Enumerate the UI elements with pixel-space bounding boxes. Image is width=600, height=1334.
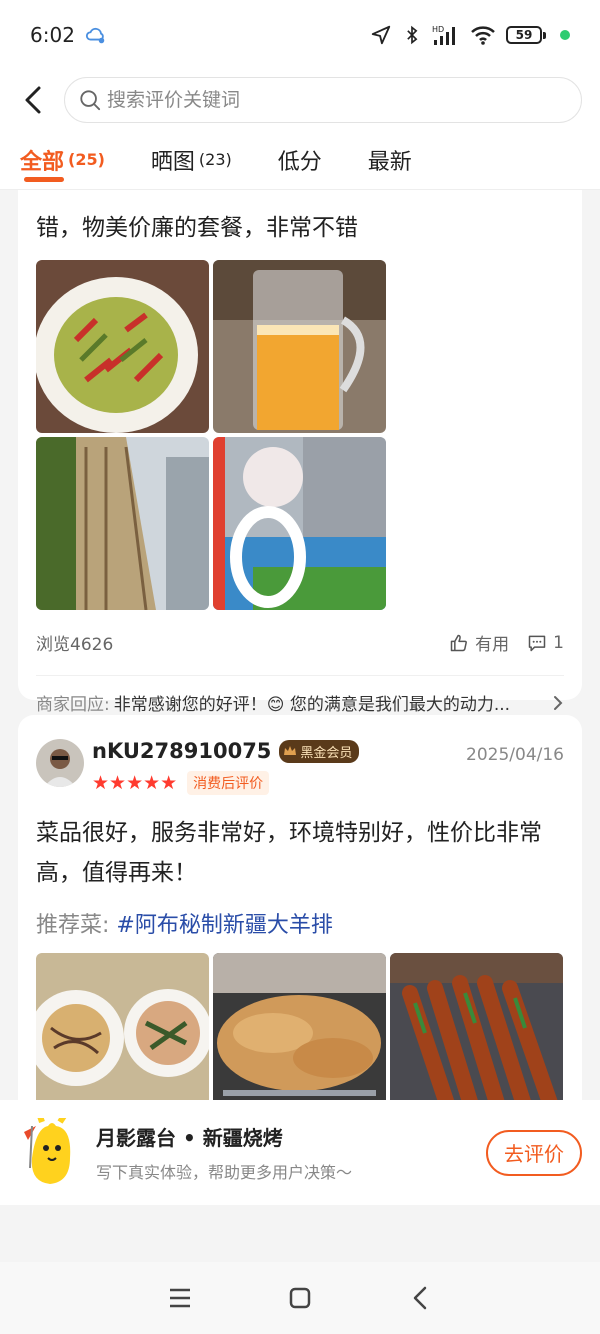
wifi-icon bbox=[471, 26, 495, 45]
tab-label: 最新 bbox=[367, 149, 412, 175]
privacy-dot bbox=[560, 30, 570, 40]
search-box[interactable] bbox=[64, 77, 582, 123]
review-meta: 浏览4626 有用 1 bbox=[18, 610, 582, 656]
kebab-photo-image bbox=[390, 953, 563, 1100]
system-back-button[interactable] bbox=[400, 1278, 440, 1318]
tab-latest[interactable]: 最新 bbox=[368, 130, 412, 190]
system-nav-bar bbox=[0, 1262, 600, 1334]
review-text: 错，物美价廉的套餐，非常不错 bbox=[36, 215, 358, 241]
reply-text: 非常感谢您的好评！😊 您的满意是我们最大的动力... bbox=[113, 695, 511, 715]
user-info: nKU278910075 黑金会员 ★★★★★ 消费后评价 bbox=[92, 739, 360, 795]
avatar[interactable] bbox=[36, 739, 84, 787]
active-tab-indicator bbox=[24, 176, 64, 182]
vip-badge: 黑金会员 bbox=[279, 739, 360, 763]
comment-count: 1 bbox=[553, 632, 564, 653]
tab-photos[interactable]: 晒图 (23) bbox=[151, 130, 232, 190]
location-icon bbox=[371, 25, 391, 45]
tab-label: 低分 bbox=[277, 149, 322, 175]
tab-all[interactable]: 全部 (25) bbox=[20, 130, 105, 190]
terrace-photo-image bbox=[213, 437, 386, 610]
after-consumption-badge: 消费后评价 bbox=[187, 771, 270, 795]
bluetooth-icon bbox=[407, 25, 418, 45]
chevron-right-icon bbox=[554, 695, 563, 710]
battery-indicator: 59 bbox=[506, 26, 546, 44]
back-triangle-icon bbox=[413, 1286, 427, 1310]
noodle-photo-image bbox=[36, 953, 209, 1100]
menu-button[interactable] bbox=[160, 1278, 200, 1318]
mascot-icon bbox=[24, 1117, 71, 1184]
beer-photo-image bbox=[213, 260, 386, 433]
recommend-dish-link[interactable]: #阿布秘制新疆大羊排 bbox=[116, 913, 332, 938]
svg-text:HD: HD bbox=[432, 25, 444, 34]
review-photo[interactable] bbox=[36, 260, 209, 433]
write-review-button[interactable]: 去评价 bbox=[486, 1129, 582, 1176]
spacer bbox=[0, 1205, 600, 1262]
review-actions: 有用 1 bbox=[449, 630, 564, 655]
comment-icon bbox=[528, 635, 546, 651]
tab-label: 全部 bbox=[20, 149, 65, 175]
battery-level: 59 bbox=[506, 26, 542, 44]
tab-count: (25) bbox=[68, 150, 105, 169]
tab-label: 晒图 bbox=[150, 149, 195, 175]
status-bar: 6:02 HD 59 bbox=[0, 0, 600, 70]
chevron-left-icon bbox=[25, 86, 41, 114]
crown-icon bbox=[284, 746, 297, 755]
review-tabs: 全部 (25) 晒图 (23) 低分 最新 bbox=[0, 130, 600, 190]
vip-label: 黑金会员 bbox=[300, 745, 353, 761]
review-photo[interactable] bbox=[390, 953, 563, 1100]
view-count: 浏览4626 bbox=[36, 635, 114, 655]
useful-label: 有用 bbox=[475, 635, 510, 655]
review-card: nKU278910075 黑金会员 ★★★★★ 消费后评价 2025/04/16… bbox=[18, 715, 582, 1100]
building-photo-image bbox=[36, 437, 209, 610]
header bbox=[0, 70, 600, 130]
photo-row bbox=[18, 939, 582, 1100]
review-photo[interactable] bbox=[36, 953, 209, 1100]
review-list[interactable]: 错，物美价廉的套餐，非常不错 浏览4626 有用 1 商家回应: 非常感谢您的好… bbox=[0, 190, 600, 1100]
search-input[interactable] bbox=[107, 89, 567, 111]
home-button[interactable] bbox=[280, 1278, 320, 1318]
tab-low-score[interactable]: 低分 bbox=[278, 130, 322, 190]
food-photo-image bbox=[36, 260, 209, 433]
cta-text: 月影露台 • 新疆烧烤 写下真实体验，帮助更多用户决策～ bbox=[96, 1122, 352, 1183]
cellular-signal-icon: HD bbox=[432, 25, 455, 45]
username[interactable]: nKU278910075 bbox=[92, 739, 271, 763]
review-photo[interactable] bbox=[213, 953, 386, 1100]
status-icons: HD 59 bbox=[370, 24, 570, 46]
recommended-dish: 推荐菜: #阿布秘制新疆大羊排 bbox=[18, 893, 582, 939]
write-review-bar: 月影露台 • 新疆烧烤 写下真实体验，帮助更多用户决策～ 去评价 bbox=[0, 1100, 600, 1205]
recommend-label: 推荐菜: bbox=[36, 913, 110, 938]
review-card: 错，物美价廉的套餐，非常不错 浏览4626 有用 1 商家回应: 非常感谢您的好… bbox=[18, 190, 582, 715]
comment-button[interactable]: 1 bbox=[527, 633, 564, 653]
reply-label: 商家回应: bbox=[36, 695, 110, 715]
search-icon bbox=[80, 90, 101, 111]
review-header: nKU278910075 黑金会员 ★★★★★ 消费后评价 2025/04/16 bbox=[18, 715, 582, 795]
review-photo[interactable] bbox=[213, 437, 386, 610]
star-rating: ★★★★★ bbox=[92, 772, 178, 794]
useful-button[interactable]: 有用 bbox=[449, 630, 509, 655]
review-text: 菜品很好，服务非常好，环境特别好，性价比非常高，值得再来！ bbox=[36, 820, 542, 886]
thumbs-up-icon bbox=[450, 634, 468, 651]
shop-name: 月影露台 • 新疆烧烤 bbox=[96, 1126, 283, 1150]
review-photo[interactable] bbox=[213, 260, 386, 433]
home-square-icon bbox=[289, 1287, 311, 1309]
photo-grid bbox=[18, 248, 582, 610]
tab-count: (23) bbox=[198, 150, 232, 169]
review-photo[interactable] bbox=[36, 437, 209, 610]
cloud-sync-icon bbox=[85, 27, 105, 44]
menu-icon bbox=[170, 1288, 190, 1308]
cta-subtitle: 写下真实体验，帮助更多用户决策～ bbox=[96, 1163, 353, 1182]
flatbread-photo-image bbox=[213, 953, 386, 1100]
merchant-reply[interactable]: 商家回应: 非常感谢您的好评！😊 您的满意是我们最大的动力... bbox=[18, 676, 582, 715]
review-date: 2025/04/16 bbox=[466, 745, 564, 765]
back-button[interactable] bbox=[18, 80, 48, 120]
status-time: 6:02 bbox=[30, 23, 75, 47]
